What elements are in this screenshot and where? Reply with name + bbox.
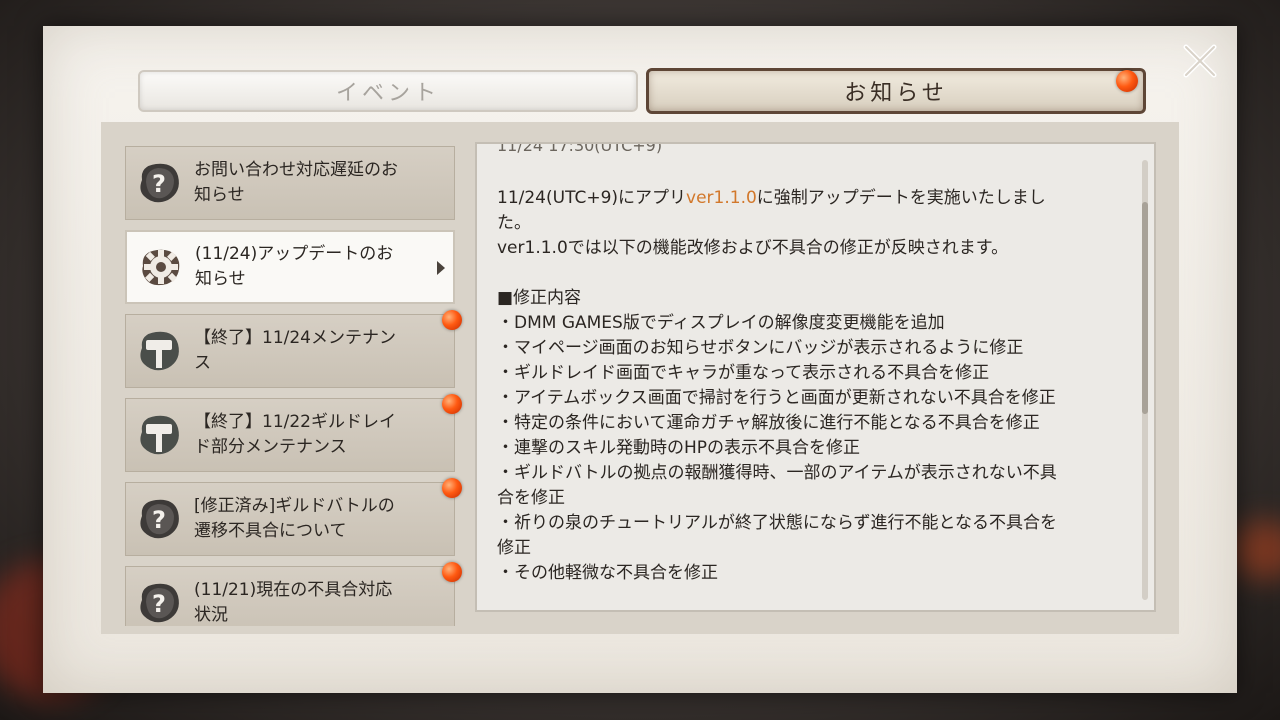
fix-item: ・連撃のスキル発動時のHPの表示不具合を修正 [497,438,861,458]
fix-item: ・マイページ画面のお知らせボタンにバッジが表示されるように修正 [497,338,1024,358]
list-item-label: 【終了】11/24メンテナンス [194,328,396,373]
intro-line: 11/24(UTC+9)にアプリver1.1.0に強制アップデートを実施いたしま… [497,188,1046,208]
tab-event[interactable]: イベント [138,70,638,112]
notice-detail[interactable]: 11/24 17:30(UTC+9) 11/24(UTC+9)にアプリver1.… [475,142,1156,612]
fix-item: 合を修正 [497,488,565,508]
tab-notice-label: お知らせ [844,81,948,106]
background-splash [1230,520,1280,580]
fix-item: ・その他軽微な不具合を修正 [497,563,718,583]
svg-text:?: ? [152,590,166,618]
scrollbar-thumb[interactable] [1142,202,1148,414]
unread-badge [442,562,462,582]
version-highlight: ver1.1.0 [686,188,757,208]
list-item[interactable]: ? [修正済み]ギルドバトルの 遷移不具合について [125,482,455,556]
fix-item: ・ギルドバトルの拠点の報酬獲得時、一部のアイテムが表示されない不具 [497,463,1057,483]
question-mark-icon: ? [132,156,186,210]
intro-line: た。 [497,213,531,233]
unread-badge [442,310,462,330]
notice-tab-badge [1116,70,1138,92]
fix-item: 修正 [497,538,531,558]
hammer-icon [132,408,186,462]
notice-timestamp: 11/24 17:30(UTC+9) [497,142,663,155]
fix-item: ・祈りの泉のチュートリアルが終了状態にならず進行不能となる不具合を [497,513,1057,533]
intro-line: ver1.1.0では以下の機能改修および不具合の修正が反映されます。 [497,238,1009,258]
fix-item: ・アイテムボックス画面で掃討を行うと画面が更新されない不具合を修正 [497,388,1056,408]
svg-text:?: ? [152,170,166,198]
close-icon [1183,44,1217,78]
list-item[interactable]: 【終了】11/22ギルドレイ ド部分メンテナンス [125,398,455,472]
notice-list[interactable]: ? お問い合わせ対応遅延のお 知らせ (11/24)アップデートのお 知らせ 【… [125,146,458,626]
list-item-label: 【終了】11/22ギルドレイ ド部分メンテナンス [194,412,396,457]
list-item-label: (11/24)アップデートのお 知らせ [195,244,394,289]
list-item-label: お問い合わせ対応遅延のお 知らせ [194,160,398,205]
unread-badge [442,478,462,498]
list-item[interactable]: 【終了】11/24メンテナンス [125,314,455,388]
question-mark-icon: ? [132,576,186,626]
fix-item: ・特定の条件において運命ガチャ解放後に進行不能となる不具合を修正 [497,413,1040,433]
hammer-icon [132,324,186,378]
detail-scrollbar[interactable] [1142,160,1148,600]
unread-badge [442,394,462,414]
close-button[interactable] [1172,38,1228,84]
notice-body: 11/24(UTC+9)にアプリver1.1.0に強制アップデートを実施いたしま… [497,186,1127,586]
list-item-label: (11/21)現在の不具合対応 状況 [194,580,393,625]
fix-item: ・ギルドレイド画面でキャラが重なって表示される不具合を修正 [497,363,990,383]
tab-event-label: イベント [335,81,440,106]
svg-text:?: ? [152,506,166,534]
list-item[interactable]: ? お問い合わせ対応遅延のお 知らせ [125,146,455,220]
list-item-label: [修正済み]ギルドバトルの 遷移不具合について [194,496,395,541]
chevron-right-icon [437,261,445,275]
gear-icon [133,240,187,294]
tab-notice[interactable]: お知らせ [646,68,1146,114]
section-title: ■修正内容 [497,288,582,308]
list-item[interactable]: ? (11/21)現在の不具合対応 状況 [125,566,455,626]
fix-item: ・DMM GAMES版でディスプレイの解像度変更機能を追加 [497,313,945,333]
question-mark-icon: ? [132,492,186,546]
list-item[interactable]: (11/24)アップデートのお 知らせ [125,230,455,304]
